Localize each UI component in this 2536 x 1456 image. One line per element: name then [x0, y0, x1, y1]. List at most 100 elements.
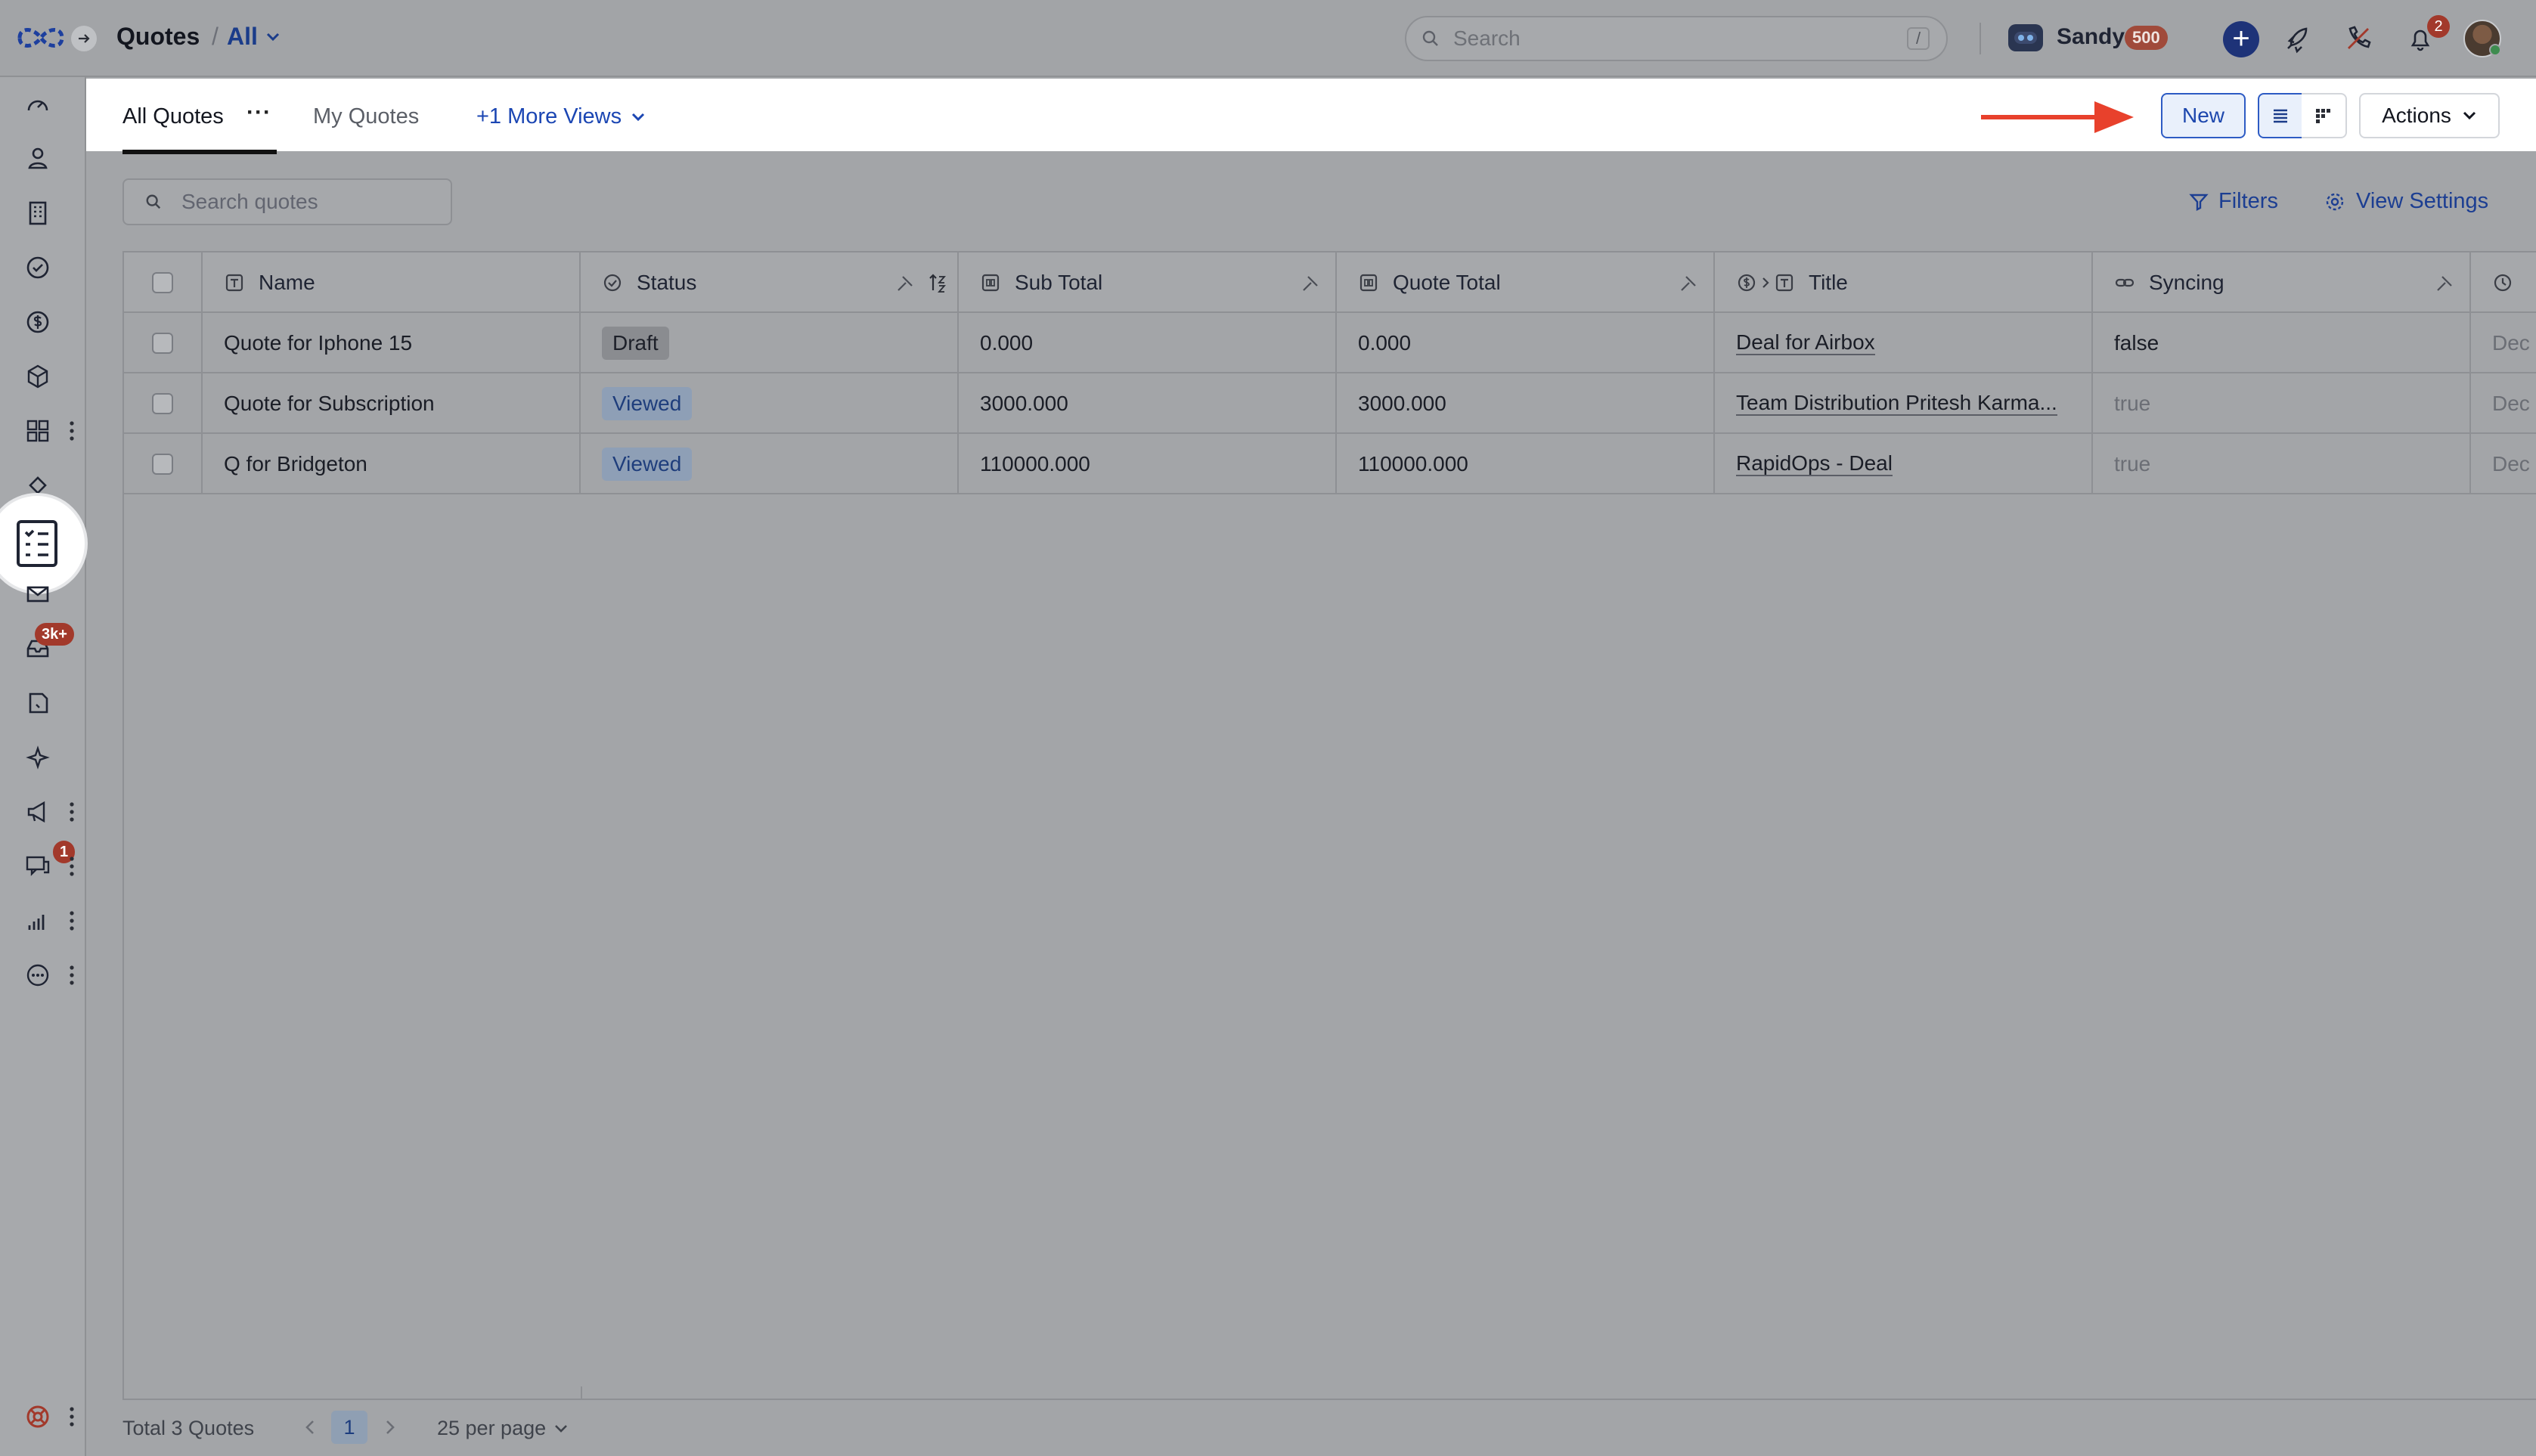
sort-icon[interactable]: [927, 272, 948, 293]
inbox-badge: 3k+: [35, 623, 74, 646]
companies-icon[interactable]: [21, 197, 54, 230]
chevron-right-icon: [1760, 275, 1771, 290]
page-title: Quotes: [116, 23, 200, 50]
status-cell[interactable]: Draft: [581, 313, 959, 373]
chevron-down-icon: [265, 32, 281, 42]
phone-off-icon[interactable]: [2342, 23, 2374, 54]
column-header-sub-total[interactable]: Sub Total: [959, 252, 1337, 313]
more-vertical-icon[interactable]: [67, 907, 77, 934]
tab-my-quotes[interactable]: My Quotes: [313, 104, 419, 129]
pin-off-icon[interactable]: [895, 272, 916, 293]
page-number-button[interactable]: 1: [331, 1411, 367, 1444]
next-column-cell: Dec: [2492, 331, 2530, 355]
quote-name[interactable]: Q for Bridgeton: [203, 434, 581, 494]
more-vertical-icon[interactable]: [67, 1403, 77, 1430]
active-tab-indicator: [122, 150, 277, 154]
deal-link[interactable]: Team Distribution Pritesh Karma...: [1736, 392, 2057, 416]
online-status-dot: [2489, 44, 2501, 56]
workspace-icon[interactable]: [2008, 24, 2043, 51]
megaphone-icon[interactable]: [21, 795, 54, 829]
sub-total-cell: 3000.000: [959, 373, 1337, 434]
reports-icon[interactable]: [21, 904, 54, 937]
tasks-icon[interactable]: [21, 251, 54, 284]
status-cell[interactable]: Viewed: [581, 434, 959, 494]
rocket-icon[interactable]: [2282, 23, 2314, 54]
help-icon[interactable]: [21, 1400, 54, 1433]
status-cell[interactable]: Viewed: [581, 373, 959, 434]
title-cell[interactable]: Team Distribution Pritesh Karma...: [1715, 373, 2093, 434]
mail-icon[interactable]: [21, 578, 54, 611]
link-icon: [2114, 272, 2135, 293]
title-cell[interactable]: RapidOps - Deal: [1715, 434, 2093, 494]
tab-all-quotes[interactable]: All Quotes: [122, 104, 224, 129]
view-options-button[interactable]: ···: [246, 100, 271, 125]
row-checkbox[interactable]: [152, 393, 173, 414]
total-count: Total 3 Quotes: [122, 1417, 255, 1439]
deals-icon[interactable]: [21, 305, 54, 339]
row-checkbox[interactable]: [152, 333, 173, 354]
sparkle-icon[interactable]: [21, 741, 54, 774]
chevron-left-icon[interactable]: [299, 1414, 321, 1441]
products-icon[interactable]: [21, 360, 54, 393]
more-vertical-icon[interactable]: [67, 962, 77, 989]
dashboard-icon[interactable]: [21, 88, 54, 121]
deal-link[interactable]: RapidOps - Deal: [1736, 452, 1893, 476]
quote-name[interactable]: Quote for Subscription: [203, 373, 581, 434]
contacts-icon[interactable]: [21, 142, 54, 175]
sub-total-cell: 0.000: [959, 313, 1337, 373]
app-logo-icon[interactable]: [15, 21, 67, 54]
apps-icon[interactable]: [21, 414, 54, 448]
more-vertical-icon[interactable]: [67, 798, 77, 826]
kanban-view-button[interactable]: [2302, 93, 2347, 138]
chevron-down-icon: [553, 1423, 569, 1434]
more-horizontal-icon[interactable]: [21, 959, 54, 992]
user-name[interactable]: Sandy: [2057, 24, 2125, 50]
syncing-cell: true: [2093, 434, 2471, 494]
quote-total-cell: 3000.000: [1337, 373, 1715, 434]
search-quotes-input[interactable]: Search quotes: [122, 178, 452, 225]
table-row[interactable]: Q for Bridgeton Viewed 110000.000 110000…: [124, 434, 2536, 494]
list-view-button[interactable]: [2258, 93, 2303, 138]
select-all-checkbox[interactable]: [152, 272, 173, 293]
more-vertical-icon[interactable]: [67, 417, 77, 445]
view-switcher[interactable]: All: [227, 23, 281, 51]
expand-sidebar-button[interactable]: [71, 26, 97, 51]
chat-icon[interactable]: [21, 850, 54, 883]
search-quotes-placeholder: Search quotes: [181, 190, 318, 213]
view-settings-button[interactable]: View Settings: [2324, 189, 2488, 214]
actions-dropdown[interactable]: Actions: [2359, 93, 2500, 138]
clock-icon: [2492, 272, 2513, 293]
pin-off-icon[interactable]: [2435, 272, 2456, 293]
pin-off-icon[interactable]: [1301, 272, 1322, 293]
column-header-syncing[interactable]: Syncing: [2093, 252, 2471, 313]
view-switcher-label: All: [227, 23, 258, 50]
global-search-input[interactable]: Search /: [1405, 16, 1948, 61]
table-header: Name Status Sub Total Quote Total Title …: [124, 252, 2536, 313]
row-select-cell: [124, 313, 203, 373]
quick-add-button[interactable]: +: [2223, 21, 2259, 57]
table-row[interactable]: Quote for Subscription Viewed 3000.000 3…: [124, 373, 2536, 434]
column-header-quote-total[interactable]: Quote Total: [1337, 252, 1715, 313]
column-header-status[interactable]: Status: [581, 252, 959, 313]
deal-link[interactable]: Deal for Airbox: [1736, 331, 1875, 355]
number-field-icon: [1358, 272, 1379, 293]
per-page-select[interactable]: 25 per page: [437, 1417, 569, 1440]
new-button[interactable]: New: [2161, 93, 2246, 138]
more-vertical-icon[interactable]: [67, 853, 77, 880]
breadcrumb-separator: /: [212, 23, 219, 50]
quote-name[interactable]: Quote for Iphone 15: [203, 313, 581, 373]
title-cell[interactable]: Deal for Airbox: [1715, 313, 2093, 373]
column-label: Sub Total: [1015, 271, 1103, 294]
filters-button[interactable]: Filters: [2188, 189, 2278, 214]
row-checkbox[interactable]: [152, 454, 173, 475]
table-row[interactable]: Quote for Iphone 15 Draft 0.000 0.000 De…: [124, 313, 2536, 373]
more-views-dropdown[interactable]: +1 More Views: [476, 104, 646, 129]
chevron-right-icon[interactable]: [380, 1414, 401, 1441]
column-header-next[interactable]: [2471, 252, 2536, 313]
column-header-title[interactable]: Title: [1715, 252, 2093, 313]
filter-icon: [2188, 191, 2209, 212]
sub-total-cell: 110000.000: [959, 434, 1337, 494]
pin-off-icon[interactable]: [1679, 272, 1700, 293]
column-header-name[interactable]: Name: [203, 252, 581, 313]
documents-icon[interactable]: [21, 686, 54, 720]
